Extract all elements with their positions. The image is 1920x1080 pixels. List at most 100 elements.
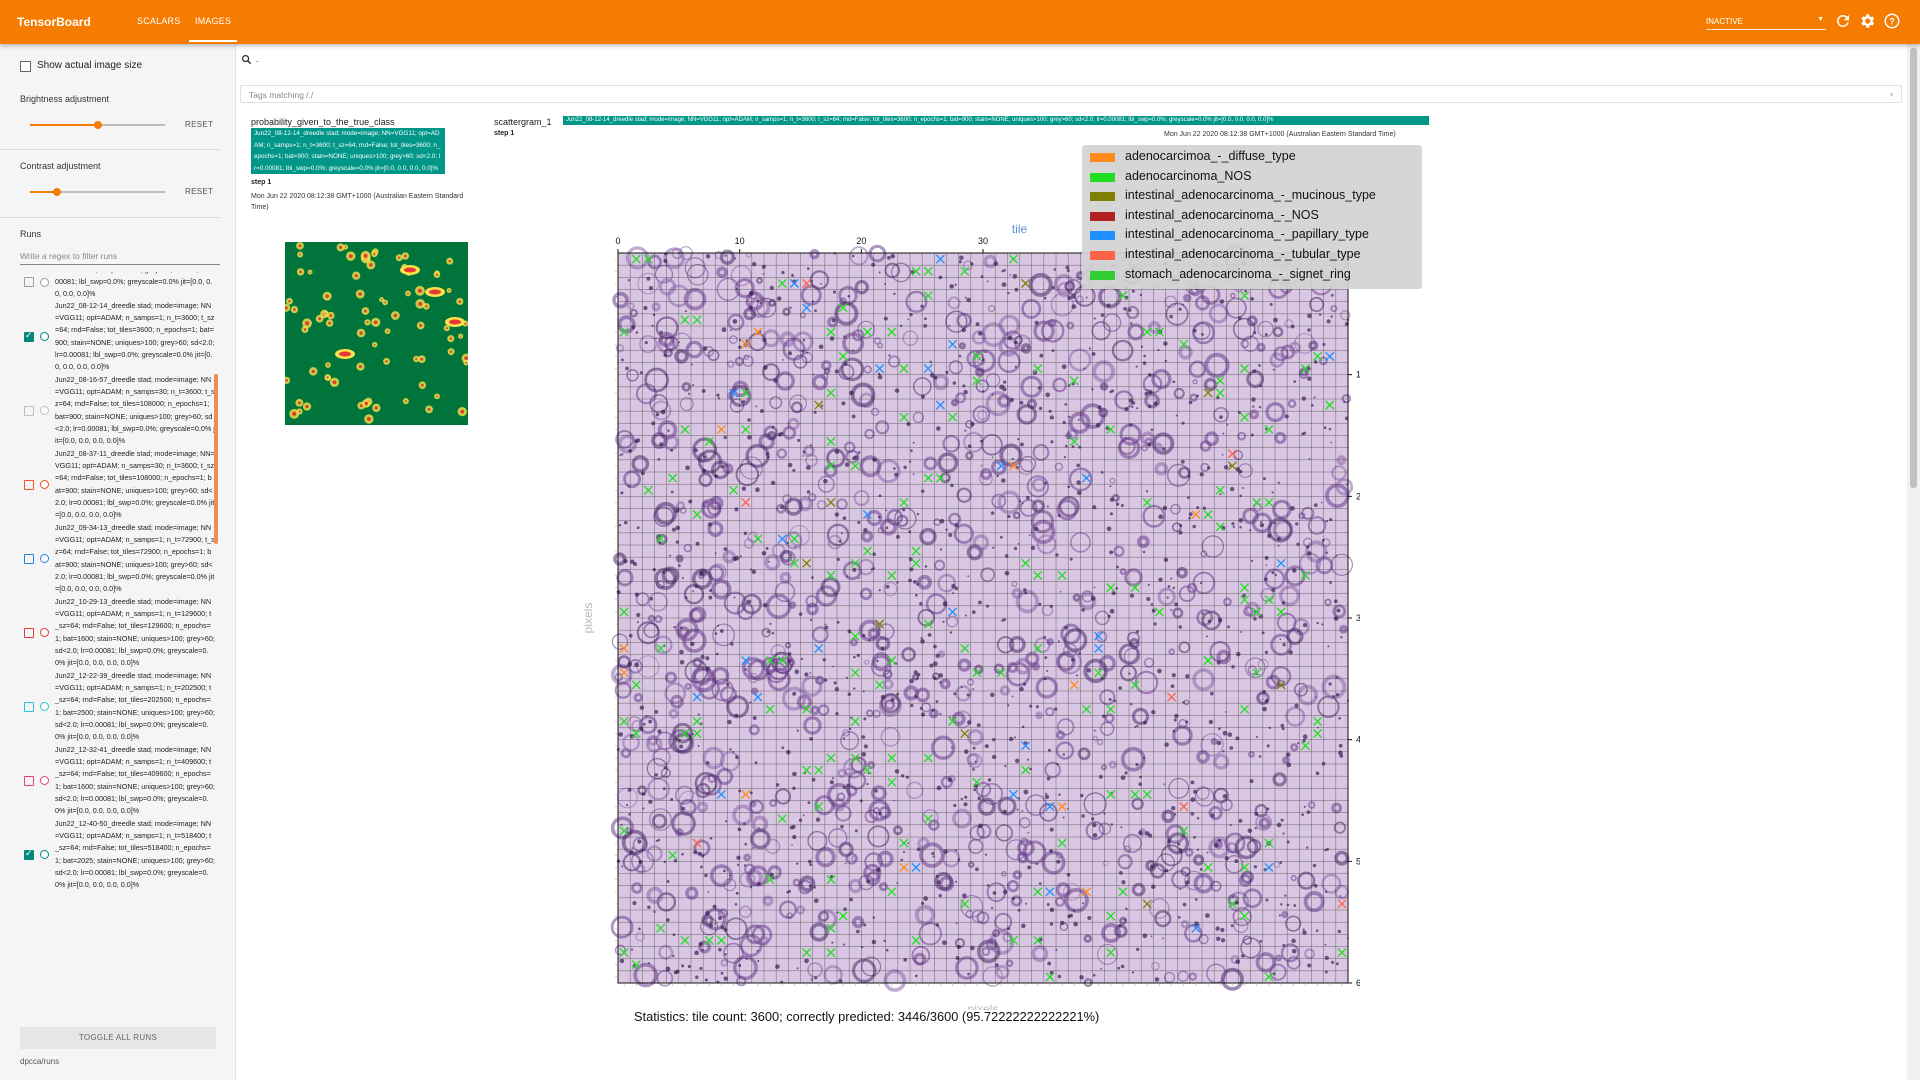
run-item[interactable]: Jun22_08-16-57_dreedle stad; mode=image;…	[0, 374, 220, 447]
contrast-reset-button[interactable]: RESET	[185, 187, 213, 196]
step-number: 1	[510, 130, 515, 137]
legend-item: adenocarcimoa_-_diffuse_type	[1082, 148, 1422, 168]
legend-swatch	[1090, 153, 1115, 162]
legend-item: stomach_adenocarcinoma_-_signet_ring	[1082, 266, 1422, 286]
top-tick-label: 0	[615, 236, 620, 246]
run-label: Jun22_10-29-13_dreedle stad; mode=image;…	[55, 597, 215, 668]
divider	[0, 149, 220, 150]
legend-swatch	[1090, 192, 1115, 202]
run-color-dot[interactable]	[40, 277, 49, 287]
timestamp: Mon Jun 22 2020 08:12:38 GMT+1000 (Austr…	[251, 193, 464, 211]
right-tick-label: 50	[1356, 856, 1360, 866]
tab-scalars[interactable]: SCALARS	[137, 16, 180, 26]
run-color-dot[interactable]	[40, 480, 49, 490]
chevron-right-icon[interactable]: ›	[1890, 89, 1893, 99]
brightness-slider-knob[interactable]	[93, 121, 102, 129]
step-text: step	[251, 179, 266, 186]
tile-grid	[617, 252, 1349, 984]
run-color-dot[interactable]	[40, 850, 49, 860]
run-item[interactable]: Jun22_12-32-41_dreedle stad; mode=image;…	[0, 744, 220, 817]
show-actual-size-label: Show actual image size	[37, 60, 143, 71]
run-checkbox[interactable]	[24, 479, 34, 490]
run-checkbox[interactable]	[24, 405, 34, 416]
runs-scrollbar[interactable]	[214, 374, 218, 544]
contrast-slider-knob[interactable]	[53, 188, 61, 196]
run-checkbox[interactable]	[24, 848, 34, 860]
run-label: stain=NONE; uniques>100; grey>60; sd<2.0…	[55, 272, 215, 299]
run-color-dot[interactable]	[40, 628, 49, 638]
search-input[interactable]: .	[256, 54, 259, 64]
gear-icon[interactable]	[1858, 12, 1876, 30]
toggle-all-runs-button[interactable]: TOGGLE ALL RUNS	[20, 1027, 216, 1049]
run-label: Jun22_08-16-57_dreedle stad; mode=image;…	[55, 375, 215, 446]
run-color-dot[interactable]	[40, 702, 49, 712]
right-tick-label: 20	[1356, 491, 1360, 501]
run-color-dot[interactable]	[40, 776, 49, 786]
run-checkbox[interactable]	[24, 277, 34, 288]
run-label: Jun22_08-12-14_dreedle stad; mode=image;…	[55, 301, 215, 372]
tags-matching-label: Tags matching /./	[249, 90, 314, 100]
legend-swatch	[1090, 250, 1115, 260]
run-label: Jun22_12-40-50_dreedle stad; mode=image;…	[55, 819, 215, 890]
run-filter-input[interactable]: Write a regex to filter runs	[20, 251, 220, 265]
legend: adenocarcimoa_-_diffuse_type adenocarcino…	[1082, 145, 1422, 289]
run-color-dot[interactable]	[40, 554, 49, 564]
svg-text:?: ?	[1889, 16, 1895, 26]
run-item[interactable]: Jun22_10-29-13_dreedle stad; mode=image;…	[0, 596, 220, 669]
legend-item: intestinal_adenocarcinoma_-_NOS	[1082, 207, 1422, 227]
run-label: Jun22_12-22-39_dreedle stad; mode=image;…	[55, 671, 215, 742]
top-tick-label: 30	[978, 236, 988, 246]
run-checkbox[interactable]	[24, 553, 34, 564]
legend-label: intestinal_adenocarcinoma_-_mucinous_typ…	[1125, 188, 1376, 203]
run-checkbox[interactable]	[24, 330, 34, 342]
run-chip: Jun22_08-12-14_dreedle stad; mode=image;…	[563, 116, 1429, 125]
statistics-text: Statistics: tile count: 3600; correctly …	[634, 1009, 1100, 1024]
page-scrollbar[interactable]	[1907, 44, 1920, 1080]
sidebar: Show actual image size Brightness adjust…	[0, 44, 236, 1080]
timestamp: Mon Jun 22 2020 08:12:38 GMT+1000 (Austr…	[1164, 131, 1396, 138]
tags-matching-header[interactable]: Tags matching /./ ›	[240, 85, 1902, 103]
page-scrollbar-thumb[interactable]	[1910, 48, 1917, 488]
run-item[interactable]: Jun22_12-40-50_dreedle stad; mode=image;…	[0, 818, 220, 891]
legend-swatch	[1090, 211, 1115, 221]
run-color-dot[interactable]	[40, 406, 49, 416]
tag-search[interactable]: .	[240, 52, 1905, 68]
run-color-dot[interactable]	[40, 332, 49, 342]
legend-label: intestinal_adenocarcinoma_-_papillary_ty…	[1125, 227, 1369, 242]
show-actual-size-checkbox[interactable]	[20, 61, 31, 72]
contrast-label: Contrast adjustment	[20, 161, 101, 171]
heatmap-background	[285, 242, 468, 425]
run-selector[interactable]: INACTIVE ▼	[1706, 14, 1826, 30]
card-title-scattergram: scattergram_1	[494, 117, 552, 127]
run-item[interactable]: Jun22_08-37-11_dreedle stad; mode=image;…	[0, 448, 220, 521]
brightness-label: Brightness adjustment	[20, 94, 110, 104]
run-checkbox[interactable]	[24, 701, 34, 712]
search-icon	[242, 55, 252, 65]
run-checkbox[interactable]	[24, 775, 34, 786]
brightness-reset-button[interactable]: RESET	[185, 120, 213, 129]
run-item[interactable]: Jun22_12-22-39_dreedle stad; mode=image;…	[0, 670, 220, 743]
run-chip: Jun22_08-12-14_dreedle stad; mode=image;…	[251, 128, 445, 174]
refresh-icon[interactable]	[1834, 12, 1852, 30]
right-tick-label: 40	[1356, 735, 1360, 745]
run-checkbox[interactable]	[24, 627, 34, 638]
run-item[interactable]: Jun22_08-12-14_dreedle stad; mode=image;…	[0, 300, 220, 373]
run-selector-value: INACTIVE	[1706, 17, 1743, 26]
legend-item: intestinal_adenocarcinoma_-_mucinous_typ…	[1082, 187, 1422, 207]
help-icon[interactable]: ?	[1883, 12, 1901, 30]
divider	[0, 217, 220, 218]
tab-images[interactable]: IMAGES	[188, 16, 238, 42]
run-item[interactable]: stain=NONE; uniques>100; grey>60; sd<2.0…	[0, 272, 220, 301]
probability-heatmap-image[interactable]	[285, 242, 468, 425]
top-tick-label: 20	[856, 236, 866, 246]
run-label: Jun22_09-34-13_dreedle stad; mode=image;…	[55, 523, 215, 594]
right-tick-label: 10	[1356, 370, 1360, 380]
right-tick-label: 60	[1356, 978, 1360, 988]
legend-item: intestinal_adenocarcinoma_-_tubular_type	[1082, 246, 1422, 266]
run-label: Jun22_12-32-41_dreedle stad; mode=image;…	[55, 745, 215, 816]
run-item[interactable]: Jun22_09-34-13_dreedle stad; mode=image;…	[0, 522, 220, 595]
legend-item: intestinal_adenocarcinoma_-_papillary_ty…	[1082, 226, 1422, 246]
step-text: step	[494, 130, 509, 137]
brightness-slider-fill	[30, 124, 98, 126]
scattergram-plot[interactable]: 0102030tile102030405060tilepixelspixels	[560, 210, 1360, 1010]
